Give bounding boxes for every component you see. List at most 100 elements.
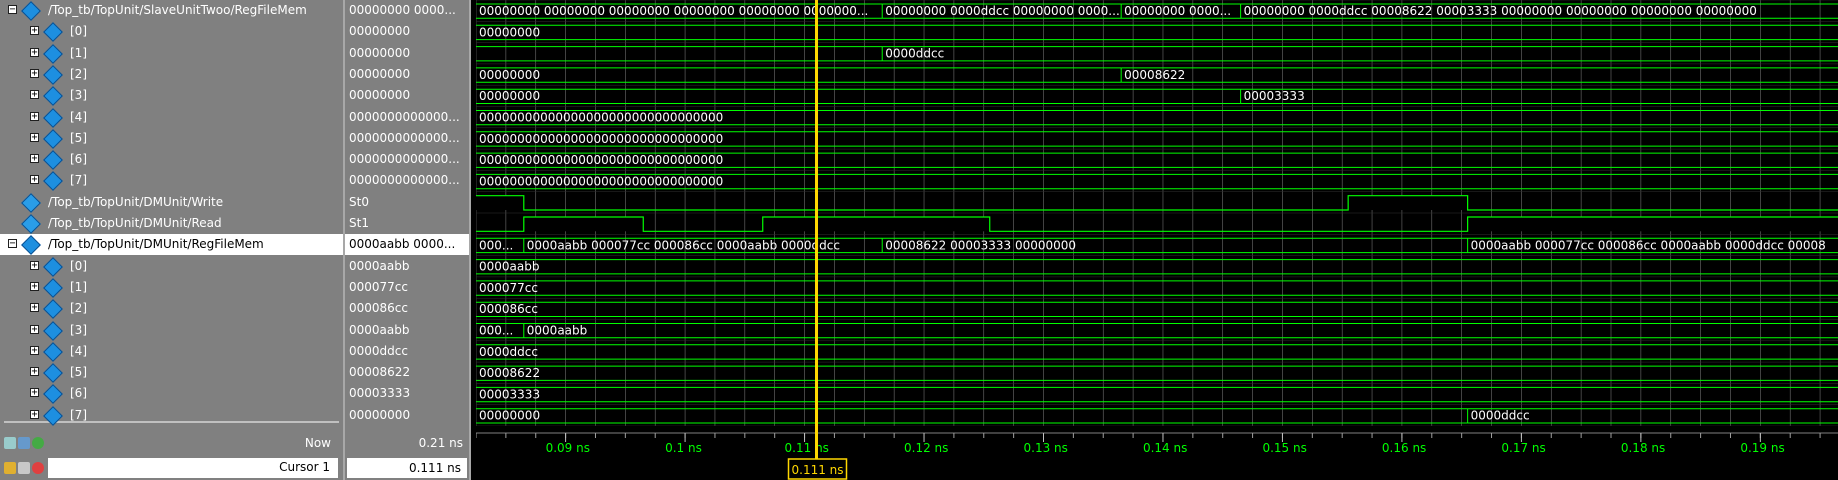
ruler-tick-label: 0.16 ns <box>1382 441 1426 455</box>
bus-value-label: 000077cc <box>479 281 538 295</box>
signal-value: St1 <box>349 216 369 230</box>
bus-value-label: 00000000 <box>479 89 540 103</box>
bus-value-label: 0000aabb <box>479 260 539 274</box>
signal-value: 0000000000000... <box>349 152 460 167</box>
signal-value: 0000aabb 0000... <box>345 234 469 256</box>
signal-row[interactable]: − /Top_tb/TopUnit/DMUnit/RegFileMem <box>0 234 343 256</box>
bus-value-label: 00008622 <box>1124 68 1185 82</box>
signal-row[interactable]: + [6] <box>0 149 343 170</box>
add-icon[interactable] <box>32 437 44 449</box>
diamond-icon <box>43 384 63 405</box>
expand-icon[interactable]: + <box>30 111 39 121</box>
signal-row[interactable]: + [5] <box>0 128 343 149</box>
signal-value: 00000000 <box>349 407 411 422</box>
ruler-tick-label: 0.13 ns <box>1024 441 1068 455</box>
lock-icon[interactable] <box>4 462 16 474</box>
signal-names-pane: Now Cursor 1 − /Top_tb/TopUnit/SlaveUnitT… <box>0 0 343 480</box>
signal-name: /Top_tb/TopUnit/DMUnit/Read <box>48 216 222 230</box>
bit-high-fill <box>1348 195 1468 210</box>
expand-icon[interactable]: + <box>30 90 39 100</box>
signal-value: 0000aabb <box>349 322 410 337</box>
signal-row[interactable]: + [1] <box>0 43 343 64</box>
memory-diamond-icon <box>21 235 41 256</box>
diamond-icon <box>43 277 63 298</box>
bus-value-label: 00000000000000000000000000000000 <box>479 174 723 188</box>
now-label: Now <box>304 436 331 450</box>
collapse-icon[interactable]: − <box>8 5 17 15</box>
zoom-icon[interactable] <box>4 437 16 449</box>
diamond-icon <box>43 22 63 43</box>
ruler-tick-label: 0.19 ns <box>1740 441 1784 455</box>
signal-row[interactable]: + [7] <box>0 170 343 192</box>
now-value: 0.21 ns <box>418 436 463 450</box>
signal-row[interactable]: + [5] <box>0 362 343 383</box>
expand-icon[interactable]: + <box>30 345 39 355</box>
bus-value-label: 00008622 00003333 00000000 <box>885 238 1076 252</box>
bit-high-fill <box>476 195 524 210</box>
signal-name: [7] <box>70 173 87 188</box>
diamond-icon <box>43 320 63 341</box>
signal-value: St0 <box>349 194 369 209</box>
bit-waveform <box>476 195 1838 211</box>
signal-name: [6] <box>70 152 87 167</box>
diamond-icon <box>43 341 63 362</box>
bus-value-label: 00000000000000000000000000000000 <box>479 111 723 125</box>
expand-icon[interactable]: + <box>30 324 39 334</box>
monitor-icon[interactable] <box>18 437 30 449</box>
signal-row[interactable]: + [3] <box>0 85 343 107</box>
expand-icon[interactable]: + <box>30 26 39 36</box>
signal-icon <box>21 214 41 234</box>
signal-row[interactable]: + [7] <box>0 405 343 426</box>
bit-high-fill <box>762 217 990 232</box>
bus-value-label: 00003333 <box>479 387 540 401</box>
signal-value: 00000000 <box>349 88 411 103</box>
signal-row[interactable]: /Top_tb/TopUnit/DMUnit/Write <box>0 192 343 213</box>
diamond-icon <box>43 107 63 128</box>
ruler-tick-label: 0.11 ns <box>785 441 829 455</box>
signal-row[interactable]: + [1] <box>0 277 343 298</box>
signal-row[interactable]: − /Top_tb/TopUnit/SlaveUnitTwoo/RegFileMe… <box>0 0 343 21</box>
bus-value-label: 00000000 <box>479 409 540 423</box>
diamond-icon <box>43 86 63 107</box>
expand-icon[interactable]: + <box>30 47 39 57</box>
ruler-tick-label: 0.14 ns <box>1143 441 1187 455</box>
expand-icon[interactable]: + <box>30 281 39 291</box>
expand-icon[interactable]: + <box>30 68 39 78</box>
expand-icon[interactable]: + <box>30 154 39 164</box>
ruler-tick-label: 0.18 ns <box>1621 441 1665 455</box>
signal-row[interactable]: + [4] <box>0 341 343 362</box>
waveform-pane[interactable]: 00000000 00000000 00000000 00000000 0000… <box>476 0 1838 480</box>
waveform-canvas[interactable]: 00000000 00000000 00000000 00000000 0000… <box>476 0 1838 480</box>
bus-value-label: 00000000 00000000 00000000 00000000 0000… <box>479 4 868 18</box>
bus-value-label: 00000000 0000ddcc 00008622 00003333 0000… <box>1244 4 1757 18</box>
expand-icon[interactable]: + <box>30 388 39 398</box>
signal-value: 0000000000000... <box>349 130 460 145</box>
signal-row[interactable]: + [6] <box>0 383 343 405</box>
signal-row[interactable]: + [0] <box>0 256 343 277</box>
bus-value-label: 000086cc <box>479 302 538 316</box>
bus-value-label: 0000aabb <box>527 324 587 338</box>
expand-icon[interactable]: + <box>30 132 39 142</box>
signal-row[interactable]: + [4] <box>0 107 343 128</box>
pencil-icon[interactable] <box>18 462 30 474</box>
cursor-name-field[interactable]: Cursor 1 <box>48 458 338 478</box>
signal-row[interactable]: + [0] <box>0 21 343 43</box>
bus-value-label: 00000000000000000000000000000000 <box>479 153 723 167</box>
expand-icon[interactable]: + <box>30 409 39 419</box>
cursor-value-field[interactable]: 0.111 ns <box>347 458 467 478</box>
signal-row[interactable]: /Top_tb/TopUnit/DMUnit/Read <box>0 213 343 234</box>
signal-value: 00003333 <box>349 386 411 401</box>
signal-row[interactable]: + [2] <box>0 298 343 320</box>
collapse-icon[interactable]: − <box>8 239 17 249</box>
expand-icon[interactable]: + <box>30 367 39 377</box>
diamond-icon <box>43 299 63 320</box>
remove-icon[interactable] <box>32 462 44 474</box>
signal-row[interactable]: + [3] <box>0 320 343 341</box>
bus-value-label: 0000ddcc <box>479 345 538 359</box>
expand-icon[interactable]: + <box>30 303 39 313</box>
expand-icon[interactable]: + <box>30 175 39 185</box>
now-row: Now <box>0 432 343 454</box>
signal-row[interactable]: + [2] <box>0 64 343 85</box>
expand-icon[interactable]: + <box>30 260 39 270</box>
bus-value-label: 000... <box>479 238 513 252</box>
